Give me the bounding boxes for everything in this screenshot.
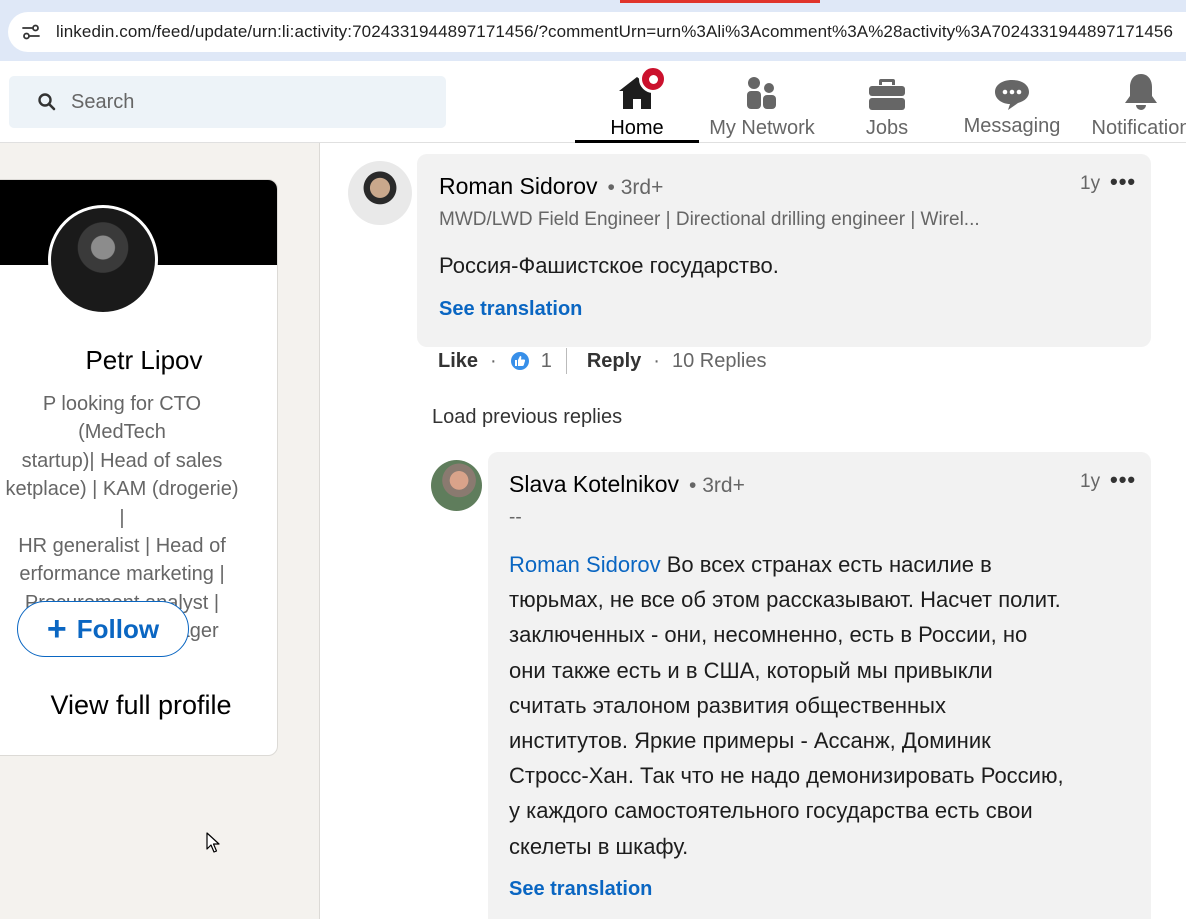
reply-text-line: Стросс-Хан. Так что не надо демонизирова… bbox=[509, 763, 1064, 789]
reply-comment: Slava Kotelnikov • 3rd+ -- 1y ••• Roman S… bbox=[320, 443, 1186, 919]
mouse-cursor-icon bbox=[206, 832, 220, 853]
search-input[interactable] bbox=[71, 90, 411, 114]
page-loading-progress bbox=[620, 0, 820, 3]
comment-author[interactable]: Roman Sidorov • 3rd+ bbox=[439, 173, 663, 200]
comment-time: 1y bbox=[1080, 173, 1101, 194]
comments-section: Roman Sidorov • 3rd+ MWD/LWD Field Engine… bbox=[319, 143, 1186, 919]
network-icon bbox=[747, 77, 776, 109]
plus-icon: + bbox=[46, 610, 67, 648]
address-bar[interactable]: linkedin.com/feed/update/urn:li:activity… bbox=[8, 12, 1186, 52]
nav-home-label: Home bbox=[610, 117, 664, 139]
reply-author[interactable]: Slava Kotelnikov • 3rd+ bbox=[509, 471, 745, 498]
divider bbox=[565, 348, 567, 374]
nav-notifications[interactable]: Notification bbox=[1076, 61, 1186, 143]
reply-text-line: тюрьмах, не все об этом рассказывают. На… bbox=[509, 587, 1061, 613]
profile-name[interactable]: Petr Lipov bbox=[0, 345, 277, 376]
reply-time: 1y bbox=[1080, 471, 1101, 492]
reply-text-line: считать эталоном развития общественных bbox=[509, 692, 946, 718]
site-settings-icon[interactable] bbox=[20, 21, 42, 43]
nav-jobs-label: Jobs bbox=[865, 117, 909, 139]
nav-my-network-label: My Network bbox=[709, 117, 815, 139]
reaction-count[interactable]: 1 bbox=[541, 350, 552, 373]
reply-text-line: институтов. Яркие примеры - Ассанж, Доми… bbox=[509, 728, 991, 754]
reply-author-name[interactable]: Slava Kotelnikov bbox=[509, 471, 679, 497]
reply-text-line: они также есть и в США, который мы привы… bbox=[509, 657, 993, 683]
connection-degree: • 3rd+ bbox=[607, 176, 664, 199]
action-separator: · bbox=[490, 349, 497, 372]
comment-author-headline: MWD/LWD Field Engineer | Directional dri… bbox=[439, 209, 980, 230]
profile-headline-line: ketplace) | KAM (drogerie) | bbox=[5, 478, 239, 529]
like-button[interactable]: Like bbox=[438, 350, 478, 373]
profile-headline-line: erformance marketing | bbox=[19, 563, 225, 586]
nav-home[interactable]: Home bbox=[575, 61, 699, 143]
notification-badge bbox=[639, 65, 667, 93]
nav-notifications-label: Notification bbox=[1091, 117, 1186, 139]
more-options-icon[interactable]: ••• bbox=[1110, 169, 1136, 195]
reply-text-line: заключенных - они, несомненно, есть в Ро… bbox=[509, 622, 1028, 648]
comment-text: Россия-Фашистское государство. bbox=[439, 253, 779, 278]
nav-messaging-label: Messaging bbox=[963, 115, 1061, 137]
reply-button[interactable]: Reply bbox=[587, 350, 641, 373]
browser-toolbar: linkedin.com/feed/update/urn:li:activity… bbox=[0, 0, 1186, 61]
nav-my-network[interactable]: My Network bbox=[700, 61, 824, 143]
profile-headline-line: startup)| Head of sales bbox=[21, 449, 223, 472]
more-options-icon[interactable]: ••• bbox=[1110, 467, 1136, 493]
profile-card: Petr Lipov P looking for CTO (MedTech st… bbox=[0, 179, 278, 756]
comment-actions: Like · 1 Reply · 10 Replies bbox=[438, 348, 766, 374]
reply-author-headline: -- bbox=[509, 507, 522, 528]
connection-degree: • 3rd+ bbox=[689, 474, 745, 497]
comment: Roman Sidorov • 3rd+ MWD/LWD Field Engine… bbox=[320, 143, 1186, 403]
action-separator: · bbox=[653, 349, 660, 372]
page-loading-strip bbox=[0, 0, 1186, 3]
replies-count-link[interactable]: 10 Replies bbox=[672, 350, 767, 373]
reply-text-line: у каждого самостоятельного государства е… bbox=[509, 798, 1033, 824]
search-icon bbox=[38, 93, 56, 111]
nav-jobs[interactable]: Jobs bbox=[830, 61, 944, 143]
top-navigation: Home My Network Jobs Messaging Notificat… bbox=[0, 61, 1186, 143]
comment-author-name[interactable]: Roman Sidorov bbox=[439, 173, 598, 199]
nav-messaging[interactable]: Messaging bbox=[955, 61, 1069, 143]
commenter-avatar[interactable] bbox=[348, 161, 412, 225]
profile-headline-line: P looking for CTO (MedTech bbox=[42, 393, 202, 444]
mention-link[interactable]: Roman Sidorov bbox=[509, 552, 661, 577]
bell-icon bbox=[1125, 74, 1157, 110]
reply-text-segment: Во всех странах есть насилие в bbox=[660, 552, 992, 577]
follow-label: Follow bbox=[76, 613, 160, 644]
profile-avatar[interactable] bbox=[48, 205, 158, 315]
see-translation-link[interactable]: See translation bbox=[439, 298, 582, 321]
reply-text-line: Roman Sidorov Во всех странах есть насил… bbox=[509, 547, 1139, 582]
reply-text-line: скелеты в шкафу. bbox=[509, 833, 689, 859]
messaging-icon bbox=[995, 80, 1029, 110]
load-previous-replies-button[interactable]: Load previous replies bbox=[432, 406, 622, 429]
search-box[interactable] bbox=[9, 76, 446, 128]
follow-button[interactable]: + Follow bbox=[17, 601, 189, 657]
see-translation-link[interactable]: See translation bbox=[509, 878, 652, 901]
briefcase-icon bbox=[869, 79, 905, 110]
profile-headline-line: HR generalist | Head of bbox=[18, 535, 226, 558]
reply-author-avatar[interactable] bbox=[431, 460, 482, 511]
reply-text: Roman Sidorov Во всех странах есть насил… bbox=[509, 547, 1139, 864]
url-text[interactable]: linkedin.com/feed/update/urn:li:activity… bbox=[56, 22, 1173, 42]
like-reaction-icon[interactable] bbox=[508, 350, 531, 372]
view-full-profile-link[interactable]: View full profile bbox=[0, 690, 277, 721]
